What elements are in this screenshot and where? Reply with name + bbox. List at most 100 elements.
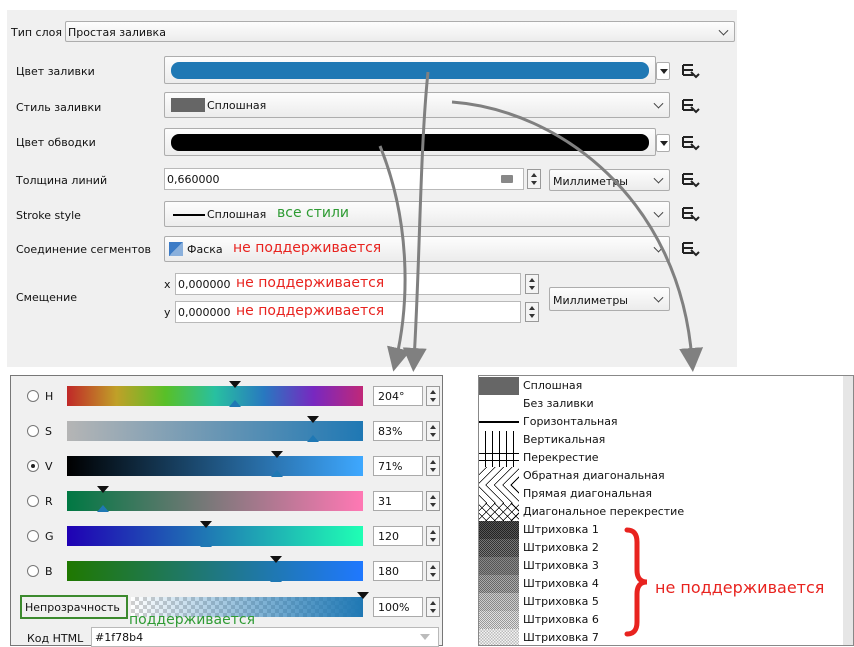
chevron-down-icon — [653, 292, 664, 303]
channel-radio[interactable] — [27, 390, 39, 402]
channel-radio[interactable] — [27, 565, 39, 577]
symbol-properties-panel: Тип слоя Простая заливка Цвет заливки Ст… — [7, 10, 737, 367]
channel-value[interactable]: 204° — [373, 386, 423, 406]
offset-unit: Миллиметры — [553, 294, 628, 307]
offset-y-value: 0,000000 — [178, 306, 231, 319]
opacity-spinner[interactable] — [426, 597, 440, 617]
fill-pattern-icon — [479, 503, 519, 521]
fill-style-item-label: Штриховка 4 — [523, 577, 599, 590]
channel-label: S — [45, 425, 52, 438]
stroke-color-button[interactable] — [164, 128, 656, 156]
channel-slider[interactable] — [67, 556, 363, 582]
channel-spinner[interactable] — [426, 456, 440, 476]
offset-x-input[interactable]: 0,000000 не поддерживается — [175, 273, 521, 295]
fill-pattern-icon — [479, 557, 519, 575]
fill-style-item-label: Штриховка 1 — [523, 523, 599, 536]
stroke-color-dropdown[interactable] — [656, 134, 670, 152]
data-defined-override-icon[interactable] — [680, 62, 700, 80]
fill-pattern-icon — [479, 413, 519, 431]
opacity-value[interactable]: 100% — [373, 597, 423, 617]
fill-style-item-label: Штриховка 5 — [523, 595, 599, 608]
fill-pattern-icon — [479, 449, 519, 467]
offset-unit-combo[interactable]: Миллиметры — [549, 287, 670, 311]
offset-y-spinner[interactable] — [525, 302, 539, 322]
data-defined-override-icon[interactable] — [680, 205, 700, 223]
slider-marker[interactable] — [229, 381, 241, 388]
scrollbar[interactable] — [843, 376, 853, 645]
channel-spinner[interactable] — [426, 421, 440, 441]
offset-y-input[interactable]: 0,000000 не поддерживается — [175, 301, 521, 323]
fill-style-item-label: Прямая диагональная — [523, 487, 653, 500]
stroke-color-swatch — [171, 134, 649, 151]
slider-marker-bottom — [200, 540, 212, 547]
offset-x-value: 0,000000 — [178, 278, 231, 291]
fill-style-item-label: Без заливки — [523, 397, 594, 410]
channel-spinner[interactable] — [426, 526, 440, 546]
join-style-combo[interactable]: Фаска не поддерживается — [164, 236, 670, 262]
html-code-input[interactable]: #1f78b4 — [91, 627, 439, 647]
data-defined-override-icon[interactable] — [680, 171, 700, 189]
data-defined-override-icon[interactable] — [680, 134, 700, 152]
fill-color-button[interactable] — [164, 56, 656, 84]
stroke-style-note: все стили — [277, 205, 350, 221]
fill-style-item-label: Штриховка 2 — [523, 541, 599, 554]
channel-slider[interactable] — [67, 486, 363, 512]
opacity-marker[interactable] — [357, 592, 369, 599]
curly-brace-icon — [624, 527, 648, 637]
slider-marker[interactable] — [270, 556, 282, 563]
bevel-join-icon — [169, 242, 183, 256]
chevron-down-icon — [718, 25, 729, 36]
layer-type-value: Простая заливка — [68, 26, 166, 39]
channel-spinner[interactable] — [426, 386, 440, 406]
slider-marker[interactable] — [307, 416, 319, 423]
slider-marker[interactable] — [200, 521, 212, 528]
offset-x-spinner[interactable] — [525, 274, 539, 294]
fill-style-item-label: Диагональное перекрестие — [523, 505, 685, 518]
fill-style-item-label: Штриховка 7 — [523, 631, 599, 644]
clear-icon[interactable] — [501, 175, 513, 183]
fill-pattern-icon — [479, 485, 519, 503]
channel-spinner[interactable] — [426, 561, 440, 581]
join-style-value: Фаска — [187, 243, 223, 256]
stroke-style-combo[interactable]: Сплошная все стили — [164, 201, 670, 227]
fill-style-item-label: Штриховка 3 — [523, 559, 599, 572]
channel-value[interactable]: 120 — [373, 526, 423, 546]
data-defined-override-icon[interactable] — [680, 240, 700, 258]
stroke-width-unit: Миллиметры — [553, 175, 628, 188]
fill-pattern-icon — [479, 611, 519, 629]
channel-radio[interactable] — [27, 425, 39, 437]
channel-value[interactable]: 83% — [373, 421, 423, 441]
stroke-width-input[interactable]: 0,660000 — [164, 168, 524, 190]
color-picker-panel: H 204° S 83% V 71% R 31 G 120 B 180 Непрозрачность … — [10, 375, 443, 647]
arrow-down-icon — [660, 141, 668, 146]
channel-value[interactable]: 71% — [373, 456, 423, 476]
fill-style-item-label: Сплошная — [523, 379, 583, 392]
chevron-down-icon — [653, 98, 664, 109]
slider-marker[interactable] — [97, 486, 109, 493]
data-defined-override-icon[interactable] — [680, 97, 700, 115]
fill-styles-note: не поддерживается — [655, 578, 825, 597]
slider-marker-bottom — [307, 435, 319, 442]
offset-y-label: y — [164, 306, 171, 319]
stroke-width-spinner[interactable] — [527, 169, 541, 189]
channel-radio[interactable] — [27, 530, 39, 542]
channel-radio[interactable] — [27, 460, 39, 472]
fill-style-combo[interactable]: Сплошная — [164, 92, 670, 118]
channel-value[interactable]: 31 — [373, 491, 423, 511]
chevron-down-icon[interactable] — [420, 634, 430, 640]
channel-slider[interactable] — [67, 451, 363, 477]
layer-type-combo[interactable]: Простая заливка — [65, 21, 735, 42]
stroke-width-unit-combo[interactable]: Миллиметры — [549, 169, 670, 191]
chevron-down-icon — [653, 242, 664, 253]
slider-marker[interactable] — [271, 451, 283, 458]
channel-value[interactable]: 180 — [373, 561, 423, 581]
fill-style-item-label: Штриховка 6 — [523, 613, 599, 626]
channel-radio[interactable] — [27, 495, 39, 507]
channel-slider[interactable] — [67, 521, 363, 547]
channel-slider[interactable] — [67, 416, 363, 442]
fill-color-dropdown[interactable] — [656, 62, 670, 80]
channel-spinner[interactable] — [426, 491, 440, 511]
fill-pattern-icon — [479, 575, 519, 593]
channel-slider[interactable] — [67, 381, 363, 407]
join-style-note: не поддерживается — [233, 240, 382, 256]
